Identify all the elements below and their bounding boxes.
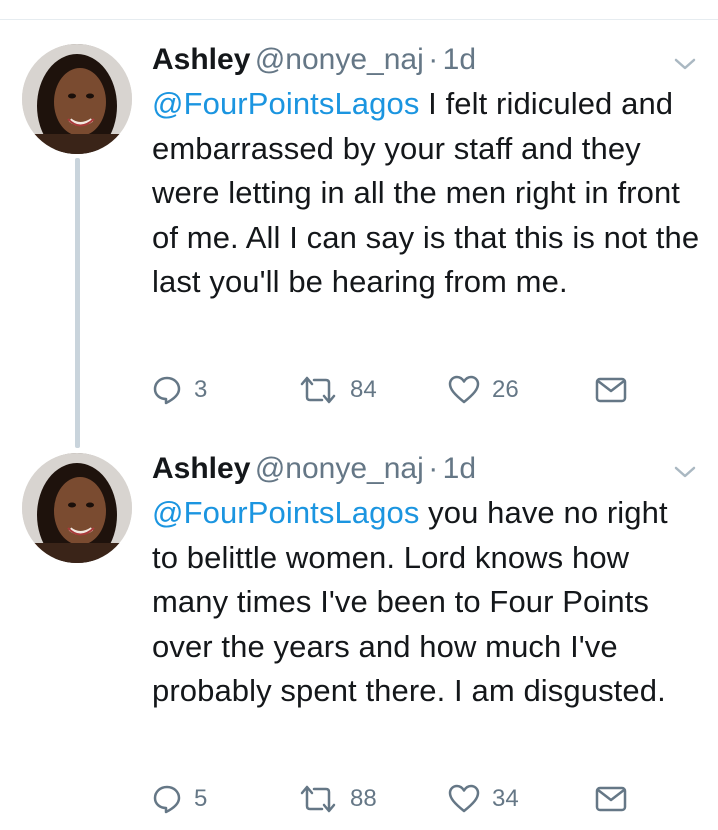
author-name[interactable]: Ashley	[152, 452, 250, 485]
tweet-text: @FourPointsLagos I felt ridiculed and em…	[152, 82, 702, 305]
like-button[interactable]: 26	[448, 372, 519, 408]
mention-link[interactable]: @FourPointsLagos	[152, 86, 419, 121]
timestamp[interactable]: 1d	[443, 43, 476, 76]
like-button[interactable]: 34	[448, 781, 519, 817]
thread-line	[75, 158, 80, 448]
retweet-icon	[298, 375, 338, 405]
tweet-actions: 3 84 26	[152, 372, 652, 408]
retweet-count: 84	[350, 376, 377, 403]
like-count: 34	[492, 785, 519, 812]
separator-dot: ·	[428, 43, 439, 76]
chevron-down-icon[interactable]	[672, 463, 698, 481]
direct-message-icon	[595, 376, 627, 404]
reply-count: 5	[194, 785, 208, 812]
direct-message-icon	[595, 785, 627, 813]
avatar[interactable]	[22, 453, 132, 563]
reply-button[interactable]: 3	[152, 372, 207, 408]
mention-link[interactable]: @FourPointsLagos	[152, 495, 419, 530]
separator-dot: ·	[428, 452, 439, 485]
retweet-icon	[298, 784, 338, 814]
like-icon	[448, 784, 480, 814]
tweet-header: Ashley @nonye_naj · 1d	[152, 452, 476, 492]
tweet-text: @FourPointsLagos you have no right to be…	[152, 491, 702, 714]
reply-button[interactable]: 5	[152, 781, 207, 817]
top-divider	[0, 19, 718, 20]
tweet-header: Ashley @nonye_naj · 1d	[152, 43, 476, 83]
tweet-actions: 5 88 34	[152, 781, 652, 817]
direct-message-button[interactable]	[595, 372, 627, 408]
direct-message-button[interactable]	[595, 781, 627, 817]
chevron-down-icon[interactable]	[672, 55, 698, 73]
like-count: 26	[492, 376, 519, 403]
timestamp[interactable]: 1d	[443, 452, 476, 485]
retweet-button[interactable]: 88	[298, 781, 377, 817]
like-icon	[448, 375, 480, 405]
reply-count: 3	[194, 376, 208, 403]
retweet-count: 88	[350, 785, 377, 812]
retweet-button[interactable]: 84	[298, 372, 377, 408]
author-handle[interactable]: @nonye_naj	[255, 43, 424, 76]
reply-icon	[152, 784, 182, 814]
author-name[interactable]: Ashley	[152, 43, 250, 76]
avatar[interactable]	[22, 44, 132, 154]
reply-icon	[152, 375, 182, 405]
author-handle[interactable]: @nonye_naj	[255, 452, 424, 485]
